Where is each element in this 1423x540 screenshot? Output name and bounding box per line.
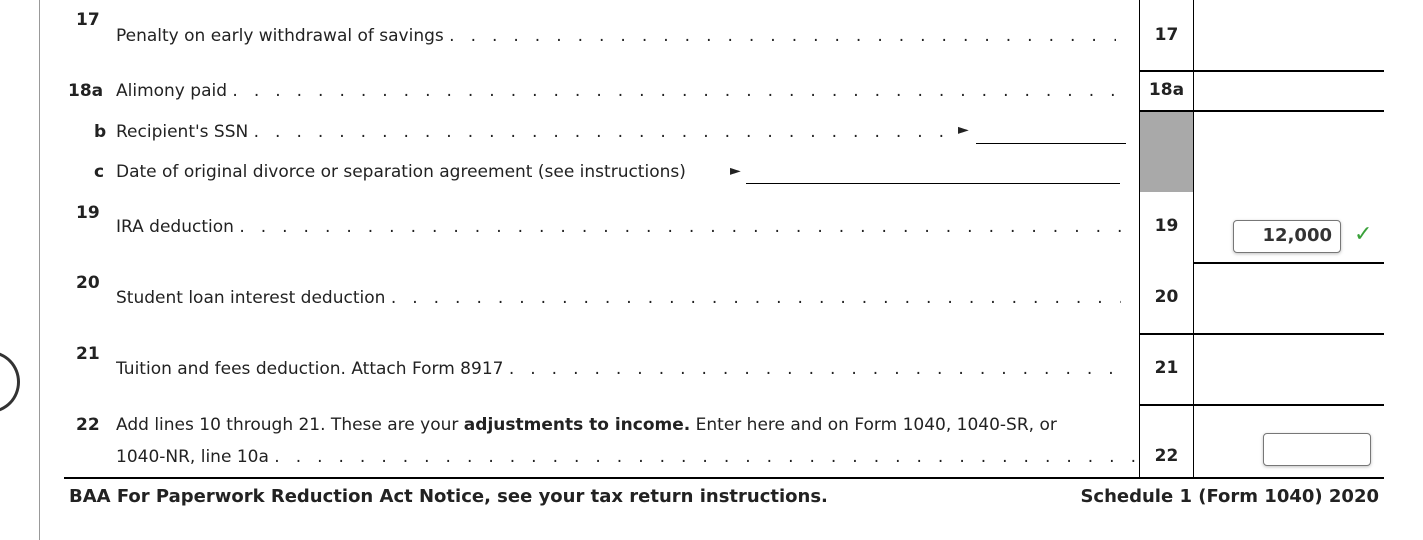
recipient-ssn-field[interactable] <box>976 143 1126 144</box>
line-22-label-cont: 1040-NR, line 10a . . . . . . . . . . . … <box>116 447 1136 467</box>
line-number: 19 <box>76 203 100 223</box>
line-17-label: Penalty on early withdrawal of savings .… <box>116 26 1116 46</box>
line-number: 20 <box>76 273 100 293</box>
line-number: 22 <box>76 415 100 435</box>
line-18c-label: Date of original divorce or separation a… <box>116 162 686 182</box>
line-22-label: Add lines 10 through 21. These are your … <box>116 415 1057 435</box>
line-19-box: 19 <box>1139 192 1194 263</box>
divider <box>1194 262 1384 264</box>
line-number: c <box>94 162 105 182</box>
line-20-box: 20 <box>1139 263 1194 334</box>
divider <box>1139 404 1384 406</box>
adjustments-total-input[interactable] <box>1263 433 1371 466</box>
line-21-box: 21 <box>1139 334 1194 405</box>
line-18a-label: Alimony paid . . . . . . . . . . . . . .… <box>116 81 1126 101</box>
footer-notice: BAA For Paperwork Reduction Act Notice, … <box>69 486 828 507</box>
divider <box>1139 333 1384 335</box>
previous-page-button[interactable] <box>0 351 20 413</box>
line-17-box: 17 <box>1139 0 1194 71</box>
page-left-border <box>39 0 40 540</box>
line-number: 21 <box>76 344 100 364</box>
line-19-label: IRA deduction . . . . . . . . . . . . . … <box>116 217 1136 237</box>
arrow-icon: ► <box>730 163 741 179</box>
line-22-box: 22 <box>1139 405 1194 478</box>
bottom-rule <box>64 477 1384 479</box>
divider <box>1139 70 1384 72</box>
ira-deduction-input[interactable]: 12,000 <box>1233 220 1341 253</box>
line-number: 18a <box>68 81 104 101</box>
line-number: b <box>94 122 107 142</box>
arrow-icon: ► <box>958 122 969 138</box>
checkmark-icon: ✓ <box>1354 222 1373 247</box>
line-20-label: Student loan interest deduction . . . . … <box>116 288 1121 308</box>
divider <box>1139 110 1384 112</box>
line-21-label: Tuition and fees deduction. Attach Form … <box>116 359 1121 379</box>
footer-form-name: Schedule 1 (Form 1040) 2020 <box>1080 486 1379 507</box>
line-number: 17 <box>76 10 100 30</box>
line-18b-label: Recipient's SSN . . . . . . . . . . . . … <box>116 122 956 142</box>
line-18a-box: 18a <box>1139 71 1194 111</box>
shaded-box <box>1139 111 1194 192</box>
divorce-date-field[interactable] <box>746 183 1120 184</box>
